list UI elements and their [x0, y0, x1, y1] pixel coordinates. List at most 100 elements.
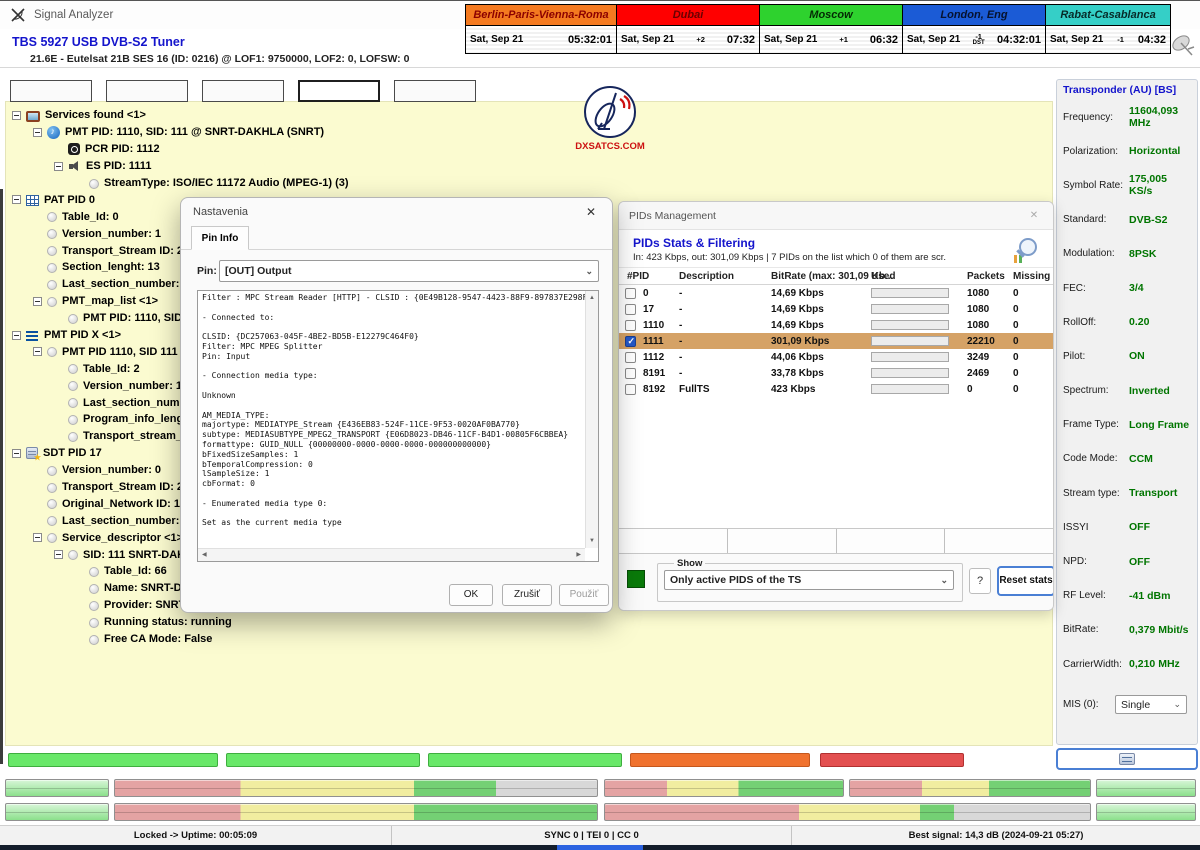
- used-bar: [871, 304, 949, 314]
- col-pid[interactable]: #PID: [627, 271, 649, 282]
- mode-tab[interactable]: [394, 80, 476, 102]
- tree-item-label: Last_section_number: 0: [62, 278, 189, 290]
- clock-city: London, Eng: [903, 5, 1045, 26]
- clock: Dubai Sat, Sep 21 +2 07:32: [616, 5, 759, 53]
- mis-select[interactable]: Single ⌄: [1115, 695, 1187, 714]
- expander-icon[interactable]: [54, 550, 63, 559]
- tree-item[interactable]: Free CA Mode: False: [6, 631, 1052, 648]
- help-button[interactable]: ?: [969, 568, 991, 594]
- pid-row[interactable]: 1110 - 14,69 Kbps 1080 0: [619, 317, 1053, 333]
- tree-item-label: Original_Network ID: 1: [62, 498, 180, 510]
- transponder-title: Transponder (AU) [BS]: [1063, 84, 1191, 96]
- clock-time: Sat, Sep 21 +2 07:32: [617, 26, 759, 53]
- clock-city: Rabat-Casablanca: [1046, 5, 1170, 26]
- col-missing[interactable]: Missing: [1013, 271, 1050, 282]
- col-desc[interactable]: Description: [679, 271, 734, 282]
- tree-item-icon: [26, 111, 40, 122]
- tab-pin-info[interactable]: Pin Info: [191, 226, 249, 250]
- transponder-row: BitRate: 0,379 Mbit/s: [1063, 613, 1191, 647]
- transponder-value: 3/4: [1129, 282, 1144, 294]
- transponder-label: RF Level:: [1063, 590, 1129, 601]
- pid-checkbox[interactable]: [625, 352, 636, 363]
- pid-row[interactable]: 17 - 14,69 Kbps 1080 0: [619, 301, 1053, 317]
- pid-row[interactable]: 0 - 14,69 Kbps 1080 0: [619, 285, 1053, 301]
- signal-analyzer-window: Signal Analyzer Berlin-Paris-Vienna-Roma…: [0, 0, 1200, 850]
- expander-icon[interactable]: [12, 331, 21, 340]
- tree-item-label: StreamType: ISO/IEC 11172 Audio (MPEG-1)…: [104, 177, 349, 189]
- expander-icon[interactable]: [12, 111, 21, 120]
- tree-item[interactable]: ES PID: 1111: [6, 158, 1052, 175]
- tree-item-label: PMT PID X <1>: [44, 329, 121, 341]
- tree-item[interactable]: StreamType: ISO/IEC 11172 Audio (MPEG-1)…: [6, 175, 1052, 192]
- expander-icon[interactable]: [33, 533, 42, 542]
- pid-checkbox[interactable]: [625, 384, 636, 395]
- tree-item-label: Version_number: 0: [62, 464, 161, 476]
- pid-row[interactable]: 1111 - 301,09 Kbps 22210 0: [619, 333, 1053, 349]
- tree-item-label: PMT_map_list <1>: [62, 295, 158, 307]
- clock-value: 06:32: [870, 34, 898, 46]
- pid-checkbox[interactable]: [625, 304, 636, 315]
- horizontal-scrollbar[interactable]: ◀ ▶: [198, 548, 585, 561]
- mode-tab[interactable]: [10, 80, 92, 102]
- magnifier-icon[interactable]: [1013, 238, 1039, 264]
- used-bar: [871, 368, 949, 378]
- show-label: Show: [674, 558, 705, 569]
- tree-item-icon: [47, 246, 57, 256]
- tree-item[interactable]: PCR PID: 1112: [6, 141, 1052, 158]
- pid-checkbox[interactable]: [625, 288, 636, 299]
- tree-item-icon: [26, 330, 39, 341]
- expander-icon[interactable]: [12, 449, 21, 458]
- clock-city: Dubai: [617, 5, 759, 26]
- expander-icon[interactable]: [12, 195, 21, 204]
- pin-info-textarea[interactable]: Filter : MPC Stream Reader [HTTP] - CLSI…: [197, 290, 599, 562]
- col-used[interactable]: Used: [871, 271, 895, 282]
- show-filter-select[interactable]: Only active PIDS of the TS ⌄: [664, 570, 954, 590]
- mis-row: MIS (0): Single ⌄: [1063, 695, 1191, 714]
- scroll-down-icon[interactable]: ▼: [589, 538, 595, 544]
- scroll-right-icon[interactable]: ▶: [576, 552, 581, 558]
- transponder-value: ON: [1129, 350, 1145, 362]
- pid-row[interactable]: 1112 - 44,06 Kbps 3249 0: [619, 349, 1053, 365]
- mode-tab[interactable]: [106, 80, 188, 102]
- nastavenia-dialog: Nastavenia ✕ Pin Info Pin: [OUT] Output …: [180, 197, 613, 613]
- tree-item-label: Last_section_number: 0: [62, 515, 189, 527]
- tree-item-label: PMT PID 1110, SID 111: [62, 346, 178, 358]
- col-packets[interactable]: Packets: [967, 271, 1005, 282]
- mode-tab[interactable]: [298, 80, 380, 102]
- expander-icon[interactable]: [33, 128, 42, 137]
- tree-item-icon: [68, 550, 78, 560]
- close-icon[interactable]: ✕: [582, 205, 600, 219]
- mode-tab[interactable]: [202, 80, 284, 102]
- vertical-scrollbar[interactable]: ▲ ▼: [585, 291, 598, 548]
- pids-management-panel: PIDs Management ✕ PIDs Stats & Filtering…: [618, 201, 1054, 611]
- close-icon[interactable]: ✕: [1025, 210, 1043, 221]
- tree-item-label: Services found <1>: [45, 109, 146, 121]
- pid-row[interactable]: 8192 FullTS 423 Kbps 0 0: [619, 381, 1053, 397]
- expander-icon[interactable]: [54, 162, 63, 171]
- pid-stat-cell: [728, 529, 837, 553]
- pid-checkbox[interactable]: [625, 368, 636, 379]
- transponder-row: Polarization: Horizontal: [1063, 134, 1191, 168]
- pin-select[interactable]: [OUT] Output ⌄: [219, 260, 599, 282]
- scroll-left-icon[interactable]: ◀: [202, 552, 207, 558]
- reset-stats-button[interactable]: Reset stats: [997, 566, 1054, 596]
- taskbar-accent: [557, 845, 643, 850]
- expander-icon[interactable]: [33, 297, 42, 306]
- tree-item[interactable]: PMT PID: 1110, SID: 111 @ SNRT-DAKHLA (S…: [6, 124, 1052, 141]
- tree-item-icon: [68, 381, 78, 391]
- ok-button[interactable]: OK: [449, 584, 493, 606]
- scroll-up-icon[interactable]: ▲: [589, 295, 595, 301]
- pid-checkbox[interactable]: [625, 320, 636, 331]
- pid-checkbox[interactable]: [625, 336, 636, 347]
- apply-button[interactable]: Použiť: [559, 584, 609, 606]
- pid-row[interactable]: 8191 - 33,78 Kbps 2469 0: [619, 365, 1053, 381]
- tree-item-icon: [89, 179, 99, 189]
- tree-item[interactable]: Running status: running: [6, 614, 1052, 631]
- tree-item-icon: [89, 601, 99, 611]
- expander-icon[interactable]: [33, 347, 42, 356]
- transponder-value: 0,379 Mbit/s: [1129, 624, 1189, 636]
- tree-item[interactable]: Services found <1>: [6, 107, 1052, 124]
- transponder-row: Standard: DVB-S2: [1063, 203, 1191, 237]
- cancel-button[interactable]: Zrušiť: [502, 584, 552, 606]
- clock-date: Sat, Sep 21: [764, 34, 817, 45]
